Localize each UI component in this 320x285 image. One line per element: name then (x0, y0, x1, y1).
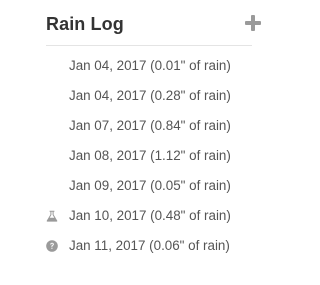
rain-log-entry[interactable]: Jan 04, 2017 (0.28" of rain) (46, 84, 252, 114)
rain-log-entry[interactable]: Jan 04, 2017 (0.01" of rain) (46, 54, 252, 84)
entry-label: Jan 09, 2017 (0.05" of rain) (69, 178, 231, 193)
entry-label: Jan 04, 2017 (0.01" of rain) (69, 58, 231, 73)
add-entry-button[interactable] (245, 15, 261, 31)
entry-label: Jan 04, 2017 (0.28" of rain) (69, 88, 231, 103)
rain-log-entry[interactable]: Jan 10, 2017 (0.48" of rain) (46, 204, 252, 234)
entry-label: Jan 08, 2017 (1.12" of rain) (69, 148, 231, 163)
rain-log-list: Jan 04, 2017 (0.01" of rain) Jan 04, 201… (46, 54, 252, 264)
rain-log-entry[interactable]: Jan 07, 2017 (0.84" of rain) (46, 114, 252, 144)
panel-title: Rain Log (46, 14, 124, 34)
rain-log-entry[interactable]: Jan 11, 2017 (0.06" of rain) (46, 234, 252, 264)
header-divider (46, 45, 252, 46)
rain-log-panel: Rain Log Jan 04, 2017 (0.01" of rain) Ja… (0, 0, 297, 285)
entry-label: Jan 10, 2017 (0.48" of rain) (69, 208, 231, 223)
entry-label: Jan 11, 2017 (0.06" of rain) (69, 238, 230, 253)
rain-log-entry[interactable]: Jan 08, 2017 (1.12" of rain) (46, 144, 252, 174)
entry-label: Jan 07, 2017 (0.84" of rain) (69, 118, 231, 133)
rain-log-entry[interactable]: Jan 09, 2017 (0.05" of rain) (46, 174, 252, 204)
flask-icon (46, 210, 58, 222)
question-circle-icon (46, 240, 58, 252)
rain-log-header: Rain Log (46, 13, 261, 43)
